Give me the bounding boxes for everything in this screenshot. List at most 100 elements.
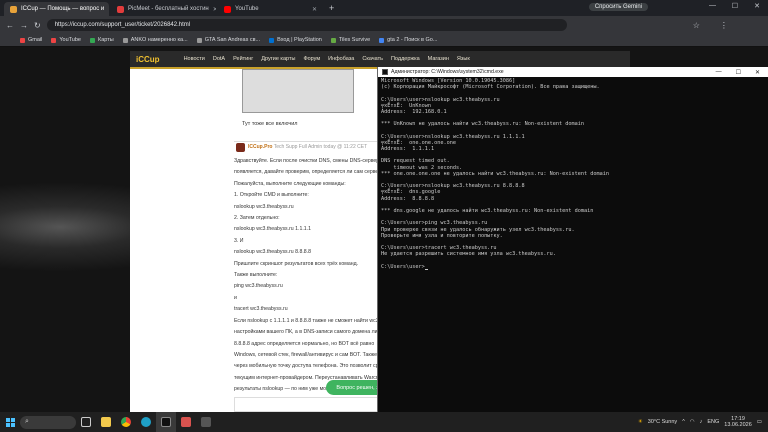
bookmark-gta2-search[interactable]: gta 2 - Поиск в Go... <box>379 37 437 43</box>
close-icon[interactable]: ✕ <box>213 6 216 13</box>
date: 13.06.2026 <box>724 422 752 428</box>
close-icon[interactable]: ✕ <box>312 6 317 13</box>
minimize-icon[interactable]: — <box>709 2 716 9</box>
bookmark-label: Карты <box>98 37 114 43</box>
bookmark-gmail[interactable]: Gmail <box>20 37 42 43</box>
cmd-window[interactable]: Администратор: C:\Windows\system32\cmd.e… <box>377 67 768 412</box>
chrome-icon[interactable] <box>116 412 136 432</box>
notification-icon[interactable]: ▭ <box>757 419 762 425</box>
page-icon <box>122 37 128 43</box>
nav-shop[interactable]: Магазин <box>428 56 449 62</box>
gemini-button[interactable]: Спросить Gemini <box>588 3 648 11</box>
bookmark-label: GTA San Andreas св... <box>204 37 261 43</box>
windows-icon <box>5 417 15 427</box>
cmd-line: C:\Users\user> <box>381 264 765 270</box>
minimize-icon[interactable]: — <box>716 69 722 76</box>
answer-line: 1. Откройте CMD и выполните: <box>234 192 309 199</box>
bookmark-youtube[interactable]: YouTube <box>51 37 81 43</box>
nav-download[interactable]: Скачать <box>362 56 383 62</box>
nav-infobase[interactable]: Инфобаза <box>328 56 354 62</box>
picmeet-favicon-icon <box>117 5 124 13</box>
bookmark-maps[interactable]: Карты <box>90 37 114 43</box>
cmd-title: Администратор: C:\Windows\system32\cmd.e… <box>391 69 504 75</box>
volume-icon[interactable]: ♪ <box>700 419 703 425</box>
bookmark-label: Gmail <box>28 37 43 43</box>
clock[interactable]: 17:19 13.06.2026 <box>724 416 752 429</box>
answer-line: через мобильную точку доступа телефона. … <box>234 363 382 370</box>
reply-box <box>234 397 392 412</box>
author-name[interactable]: ICCup.Pro <box>248 144 272 150</box>
tab-iccup[interactable]: ICCup — Помощь — вопрос и ✕ <box>4 2 109 16</box>
tab-label: ICCup — Помощь — вопрос и <box>21 6 105 12</box>
cmd-titlebar[interactable]: Администратор: C:\Windows\system32\cmd.e… <box>378 67 768 77</box>
site-logo[interactable]: iCCup <box>136 55 160 64</box>
nav-support[interactable]: Поддержка <box>391 56 420 62</box>
bookmark-label: gta 2 - Поиск в Go... <box>387 37 438 43</box>
bookmark-playstation[interactable]: Вход | PlayStation <box>269 37 322 43</box>
maximize-icon[interactable]: ☐ <box>732 2 738 10</box>
nav-rating[interactable]: Рейтинг <box>233 56 253 62</box>
photos-icon[interactable] <box>176 412 196 432</box>
menu-icon[interactable]: ⋮ <box>720 21 728 30</box>
nav-language[interactable]: Язык <box>457 56 470 62</box>
answer-line: Пожалуйста, выполните следующие команды: <box>234 180 346 187</box>
bookmark-label: Tiles Survive <box>338 37 371 43</box>
avatar <box>236 143 245 152</box>
taskbar-search[interactable]: ⌕ <box>20 415 76 429</box>
close-icon[interactable]: ✕ <box>108 6 109 13</box>
bookmark-label: Вход | PlayStation <box>277 37 322 43</box>
answer-line: nslookup wc3.theabyss.ru 8.8.8.8 <box>234 249 311 256</box>
forward-icon[interactable]: → <box>20 21 28 30</box>
bookmark-label: ANKO намеренно ка... <box>130 37 188 43</box>
answer-line: Пришлите скриншот результатов всех трёх … <box>234 260 359 267</box>
close-window-icon[interactable]: ✕ <box>754 2 760 10</box>
answer-line: tracert wc3.theabyss.ru <box>234 306 288 313</box>
nav-news[interactable]: Новости <box>184 56 205 62</box>
google-icon <box>379 37 385 43</box>
address-bar-row: ← → ↻ https://iccup.com/support_user/tic… <box>0 16 768 34</box>
nav-other-maps[interactable]: Другие карты <box>261 56 295 62</box>
bookmark-anko[interactable]: ANKO намеренно ка... <box>122 37 188 43</box>
answer-line: ping wc3.theabyss.ru <box>234 283 283 290</box>
language-indicator[interactable]: ENG <box>707 419 719 425</box>
start-button[interactable] <box>0 412 20 432</box>
tab-label: PicMeet - бесплатный хостин <box>128 6 209 12</box>
bookmarks-bar: Gmail YouTube Карты ANKO намеренно ка...… <box>0 34 768 47</box>
playstation-icon <box>269 37 275 43</box>
taskbar: ⌕ ☀ 30°C Sunny ^ ◠ ♪ ENG 17:19 13.06.2026… <box>0 412 768 432</box>
nav-forum[interactable]: Форум <box>303 56 320 62</box>
cmd-output[interactable]: Microsoft Windows [Version 10.0.19045.30… <box>378 77 768 271</box>
search-icon: ⌕ <box>25 418 29 425</box>
page-icon <box>196 37 202 43</box>
bookmark-tiles-survive[interactable]: Tiles Survive <box>330 37 371 43</box>
tab-label: YouTube <box>235 6 259 12</box>
tab-picmeet[interactable]: PicMeet - бесплатный хостин ✕ <box>111 2 216 16</box>
weather-text[interactable]: 30°C Sunny <box>648 419 677 425</box>
file-explorer-icon[interactable] <box>96 412 116 432</box>
system-tray: ☀ 30°C Sunny ^ ◠ ♪ ENG 17:19 13.06.2026 ▭ <box>638 412 762 432</box>
attached-screenshot-image[interactable] <box>242 69 354 113</box>
nav-dota[interactable]: DotA <box>213 56 225 62</box>
task-view-icon[interactable] <box>76 412 96 432</box>
edge-icon[interactable] <box>136 412 156 432</box>
post-author: ICCup.Pro Tech Supp Full Admin today @ 1… <box>248 144 367 150</box>
star-icon[interactable]: ☆ <box>693 21 700 30</box>
cmd-task-icon[interactable] <box>156 412 176 432</box>
text-cursor <box>424 268 428 270</box>
bookmark-gta-sa[interactable]: GTA San Andreas св... <box>196 37 261 43</box>
url-input[interactable]: https://iccup.com/support_user/ticket/20… <box>46 19 567 31</box>
tab-youtube[interactable]: YouTube ✕ <box>218 2 323 16</box>
back-icon[interactable]: ← <box>6 21 14 30</box>
app-icon[interactable] <box>196 412 216 432</box>
chevron-up-icon[interactable]: ^ <box>682 419 685 425</box>
maximize-icon[interactable]: ☐ <box>736 69 741 76</box>
answer-line: Здравствуйте. Если после очистки DNS, см… <box>234 158 383 164</box>
cmd-icon <box>382 69 388 75</box>
answer-line: появляется, давайте проверим, определяет… <box>234 169 382 176</box>
support-answer: Здравствуйте. Если после очистки DNS, см… <box>234 156 384 396</box>
answer-line: настройками вашего ПК, а в DNS-записи са… <box>234 329 384 336</box>
reload-icon[interactable]: ↻ <box>34 21 41 30</box>
wifi-icon[interactable]: ◠ <box>690 419 695 425</box>
close-icon[interactable]: ✕ <box>755 69 760 76</box>
new-tab-button[interactable]: + <box>325 3 338 13</box>
